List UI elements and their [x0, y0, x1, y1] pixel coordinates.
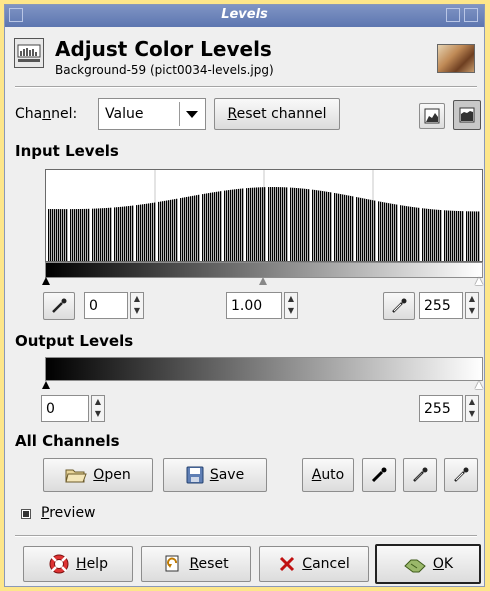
- log-histogram-icon: [459, 107, 475, 123]
- channel-combo[interactable]: Value: [98, 98, 206, 130]
- input-low-spinner[interactable]: ▲ ▼: [130, 292, 144, 319]
- input-high-field[interactable]: 255: [419, 292, 463, 319]
- black-point-picker-button[interactable]: [43, 292, 75, 320]
- output-low-spinner[interactable]: ▲ ▼: [91, 395, 105, 422]
- output-high-slider[interactable]: [475, 381, 483, 389]
- pick-white-point-button[interactable]: [444, 458, 478, 492]
- channel-value: Value: [105, 106, 144, 122]
- input-gamma-field[interactable]: 1.00: [226, 292, 282, 319]
- all-channels-heading: All Channels: [15, 432, 120, 450]
- cancel-button[interactable]: Cancel: [259, 546, 369, 582]
- histogram-bars: [48, 170, 480, 261]
- input-high-spinner[interactable]: ▲ ▼: [465, 292, 479, 319]
- histogram-icon: [17, 44, 41, 62]
- output-low-slider[interactable]: [42, 381, 50, 389]
- channel-label: Channel:: [15, 106, 78, 122]
- linear-histogram-icon: [424, 108, 440, 124]
- window-title: Levels: [221, 7, 268, 22]
- preview-checkbox[interactable]: [21, 509, 31, 519]
- help-button[interactable]: Help: [23, 546, 133, 582]
- output-low-field[interactable]: 0: [41, 395, 89, 422]
- output-levels-heading: Output Levels: [15, 332, 134, 350]
- reset-channel-button[interactable]: Reset channel: [214, 98, 340, 130]
- eyedropper-white-icon: [392, 298, 407, 313]
- eyedropper-black-icon: [371, 467, 387, 483]
- header-separator: [15, 86, 477, 88]
- eyedropper-black-icon: [52, 298, 67, 313]
- close-button[interactable]: [464, 8, 478, 22]
- white-point-picker-button[interactable]: [383, 292, 415, 320]
- shade-button[interactable]: [446, 8, 460, 22]
- output-gradient-bar: [45, 357, 483, 381]
- input-gamma-spinner[interactable]: ▲ ▼: [284, 292, 298, 319]
- preview-label[interactable]: Preview: [41, 505, 96, 521]
- open-button[interactable]: Open: [43, 458, 153, 492]
- pick-gray-point-button[interactable]: [403, 458, 437, 492]
- dropdown-arrow-icon: [186, 111, 198, 118]
- ok-button[interactable]: OK: [375, 544, 481, 584]
- output-high-spinner[interactable]: ▲ ▼: [465, 395, 479, 422]
- folder-open-icon: [65, 469, 88, 483]
- handshake-ok-icon: [404, 559, 426, 573]
- input-low-slider[interactable]: [42, 277, 50, 285]
- logarithmic-histogram-button[interactable]: [453, 100, 481, 130]
- save-button[interactable]: Save: [163, 458, 267, 492]
- input-histogram[interactable]: [45, 169, 483, 262]
- input-gradient-bar: [45, 262, 483, 278]
- floppy-disk-icon: [186, 466, 204, 484]
- image-thumbnail: [437, 44, 475, 73]
- cancel-x-icon: [280, 556, 295, 572]
- linear-histogram-button[interactable]: [419, 103, 445, 129]
- dialog-subtitle: Background-59 (pict0034-levels.jpg): [55, 63, 274, 77]
- input-gamma-slider[interactable]: [259, 277, 267, 285]
- lifebuoy-icon: [49, 554, 69, 574]
- revert-icon: [165, 555, 179, 572]
- eyedropper-gray-icon: [413, 467, 428, 482]
- output-high-field[interactable]: 255: [419, 395, 463, 422]
- auto-button[interactable]: Auto: [302, 458, 354, 492]
- eyedropper-white-icon: [454, 467, 469, 482]
- levels-icon: [14, 38, 44, 68]
- input-low-field[interactable]: 0: [84, 292, 128, 319]
- reset-button[interactable]: Reset: [141, 546, 251, 582]
- footer-separator: [15, 535, 477, 537]
- title-bar[interactable]: Levels: [5, 5, 484, 27]
- input-high-slider[interactable]: [475, 277, 483, 285]
- input-levels-heading: Input Levels: [15, 142, 119, 160]
- levels-dialog: Levels Adjust Color Levels Background-59…: [4, 4, 485, 587]
- dialog-heading: Adjust Color Levels: [55, 37, 272, 61]
- pick-black-point-button[interactable]: [362, 458, 396, 492]
